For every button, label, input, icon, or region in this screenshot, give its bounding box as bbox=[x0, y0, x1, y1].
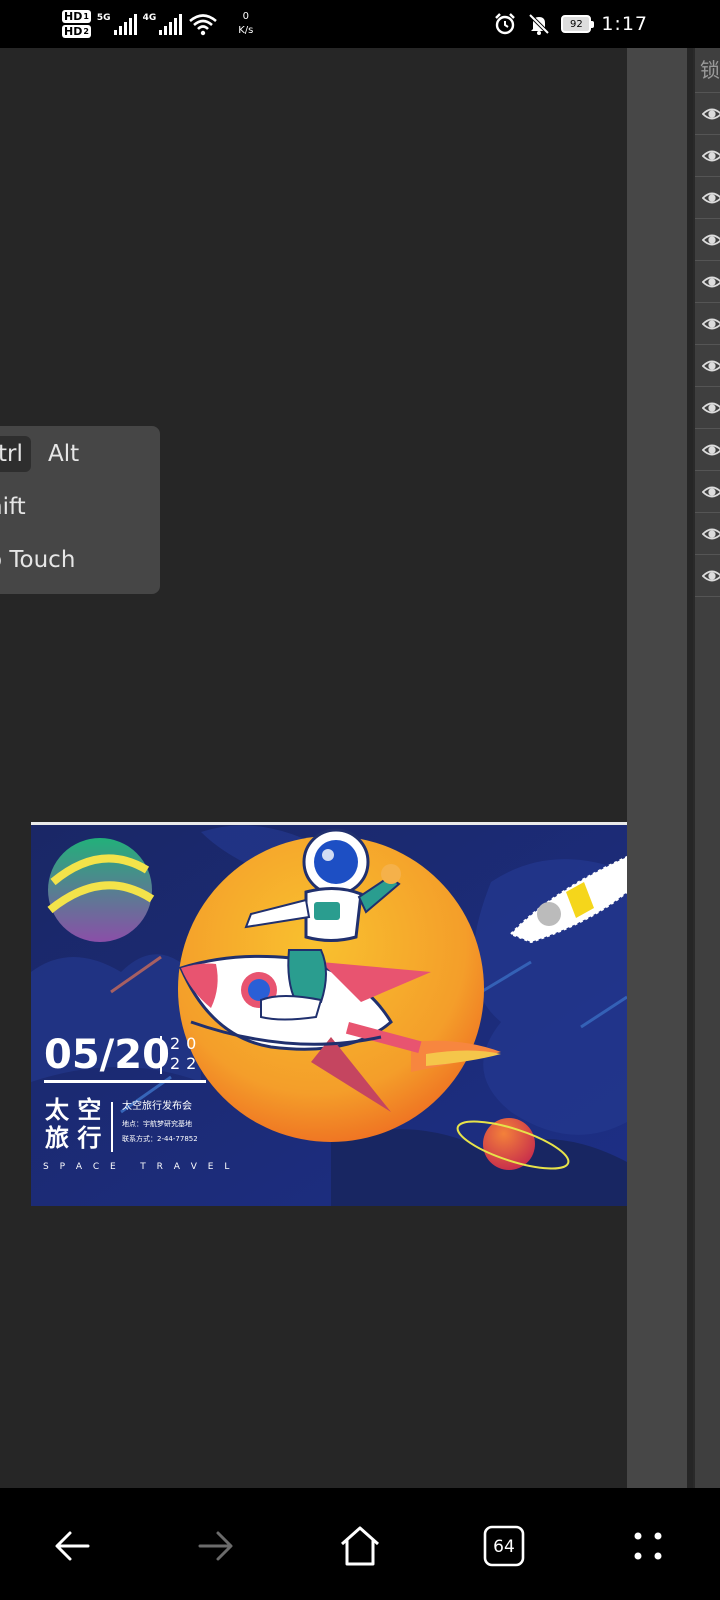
battery-icon: 92 bbox=[561, 15, 595, 33]
speed-unit: K/s bbox=[238, 25, 254, 36]
forward-button[interactable] bbox=[188, 1518, 244, 1574]
poster-contact: 联系方式：2-44-77852 bbox=[122, 1135, 198, 1143]
poster-image bbox=[31, 822, 627, 1206]
eye-icon[interactable] bbox=[702, 441, 720, 459]
eye-icon[interactable] bbox=[702, 483, 720, 501]
layer-row[interactable] bbox=[695, 177, 720, 219]
hd-sim1-icon: HD 1 bbox=[62, 10, 91, 23]
poster-tagline: S P A C E T R A V E L bbox=[43, 1162, 234, 1172]
poster-date: 05/20 bbox=[44, 1032, 170, 1078]
layer-row[interactable] bbox=[695, 135, 720, 177]
status-bar: HD 1 HD 2 5G 4G 0 K/s 92 1:17 bbox=[0, 0, 720, 48]
poster-title-line1: 太 空 bbox=[45, 1096, 102, 1124]
eye-icon[interactable] bbox=[702, 399, 720, 417]
zoom-level-icon: 64 bbox=[483, 1525, 525, 1567]
clock: 1:17 bbox=[601, 13, 648, 35]
alarm-icon bbox=[495, 13, 516, 35]
layers-panel: 锁 bbox=[693, 48, 720, 1488]
home-button[interactable] bbox=[332, 1518, 388, 1574]
hd-sim2-index: 2 bbox=[83, 27, 89, 36]
layer-row[interactable] bbox=[695, 429, 720, 471]
speed-value: 0 bbox=[242, 11, 249, 22]
poster-details: 太空旅行发布会 地点：宇航梦研究基地 联系方式：2-44-77852 bbox=[122, 1098, 198, 1146]
battery-level: 92 bbox=[569, 18, 583, 30]
signal-4g-icon: 4G bbox=[143, 13, 183, 35]
touch-mode-button[interactable]: o Touch bbox=[0, 542, 75, 578]
modifier-keys-popup: trl Alt hift o Touch bbox=[0, 426, 160, 594]
eye-icon[interactable] bbox=[702, 147, 720, 165]
net1-label: 5G bbox=[96, 13, 111, 23]
network-speed: 0 K/s bbox=[238, 10, 253, 38]
poster-date-block: 05/20 20 22 bbox=[44, 1032, 224, 1088]
status-right: 92 1:17 bbox=[493, 8, 648, 40]
ctrl-key-button[interactable]: trl bbox=[0, 436, 31, 472]
sim-indicators: HD 1 HD 2 bbox=[62, 10, 91, 38]
zoom-button[interactable]: 64 bbox=[476, 1518, 532, 1574]
eye-icon[interactable] bbox=[702, 231, 720, 249]
layer-row[interactable] bbox=[695, 513, 720, 555]
layer-row[interactable] bbox=[695, 303, 720, 345]
poster-title-line2: 旅 行 bbox=[45, 1124, 102, 1152]
eye-icon[interactable] bbox=[702, 315, 720, 333]
layer-row[interactable] bbox=[695, 471, 720, 513]
hd-sim2-label: HD bbox=[64, 25, 83, 38]
alt-key-button[interactable]: Alt bbox=[44, 436, 83, 472]
net2-label: 4G bbox=[142, 13, 157, 23]
wifi-icon bbox=[189, 14, 218, 36]
eye-icon[interactable] bbox=[702, 189, 720, 207]
arrow-left-icon bbox=[55, 1531, 90, 1561]
back-button[interactable] bbox=[44, 1518, 100, 1574]
poster-address: 地点：宇航梦研究基地 bbox=[122, 1120, 192, 1128]
poster-event: 太空旅行发布会 bbox=[122, 1101, 192, 1112]
layer-list bbox=[695, 93, 720, 597]
hd-sim1-label: HD bbox=[64, 10, 83, 23]
poster-title: 太 空 旅 行 bbox=[45, 1096, 101, 1152]
layer-row[interactable] bbox=[695, 219, 720, 261]
poster-year-bottom: 22 bbox=[170, 1054, 203, 1073]
layer-row[interactable] bbox=[695, 345, 720, 387]
arrow-right-icon bbox=[198, 1531, 233, 1561]
bell-muted-icon bbox=[528, 13, 550, 35]
layer-row[interactable] bbox=[695, 387, 720, 429]
eye-icon[interactable] bbox=[702, 273, 720, 291]
eye-icon[interactable] bbox=[702, 525, 720, 543]
layers-panel-header: 锁 bbox=[695, 48, 720, 93]
status-left: HD 1 HD 2 5G 4G 0 K/s bbox=[62, 4, 253, 44]
poster-year-top: 20 bbox=[170, 1034, 203, 1053]
eye-icon[interactable] bbox=[702, 567, 720, 585]
layer-row[interactable] bbox=[695, 261, 720, 303]
grid-dots-icon bbox=[634, 1532, 662, 1560]
more-button[interactable] bbox=[620, 1518, 676, 1574]
layer-row[interactable] bbox=[695, 555, 720, 597]
side-toolbar-area bbox=[627, 48, 687, 1488]
layer-row[interactable] bbox=[695, 93, 720, 135]
signal-5g-icon: 5G bbox=[97, 13, 137, 35]
eye-icon[interactable] bbox=[702, 105, 720, 123]
eye-icon[interactable] bbox=[702, 357, 720, 375]
hd-sim1-index: 1 bbox=[83, 12, 89, 21]
red-planet-shape bbox=[483, 1118, 535, 1170]
hd-sim2-icon: HD 2 bbox=[62, 25, 91, 38]
bottom-nav: 64 bbox=[0, 1488, 720, 1600]
home-icon bbox=[341, 1526, 379, 1566]
zoom-level-value: 64 bbox=[493, 1537, 515, 1557]
canvas-artwork[interactable]: 05/20 20 22 太 空 旅 行 太空旅行发布会 地点：宇航梦研究基地 联… bbox=[31, 822, 627, 1206]
shift-key-button[interactable]: hift bbox=[0, 489, 26, 525]
